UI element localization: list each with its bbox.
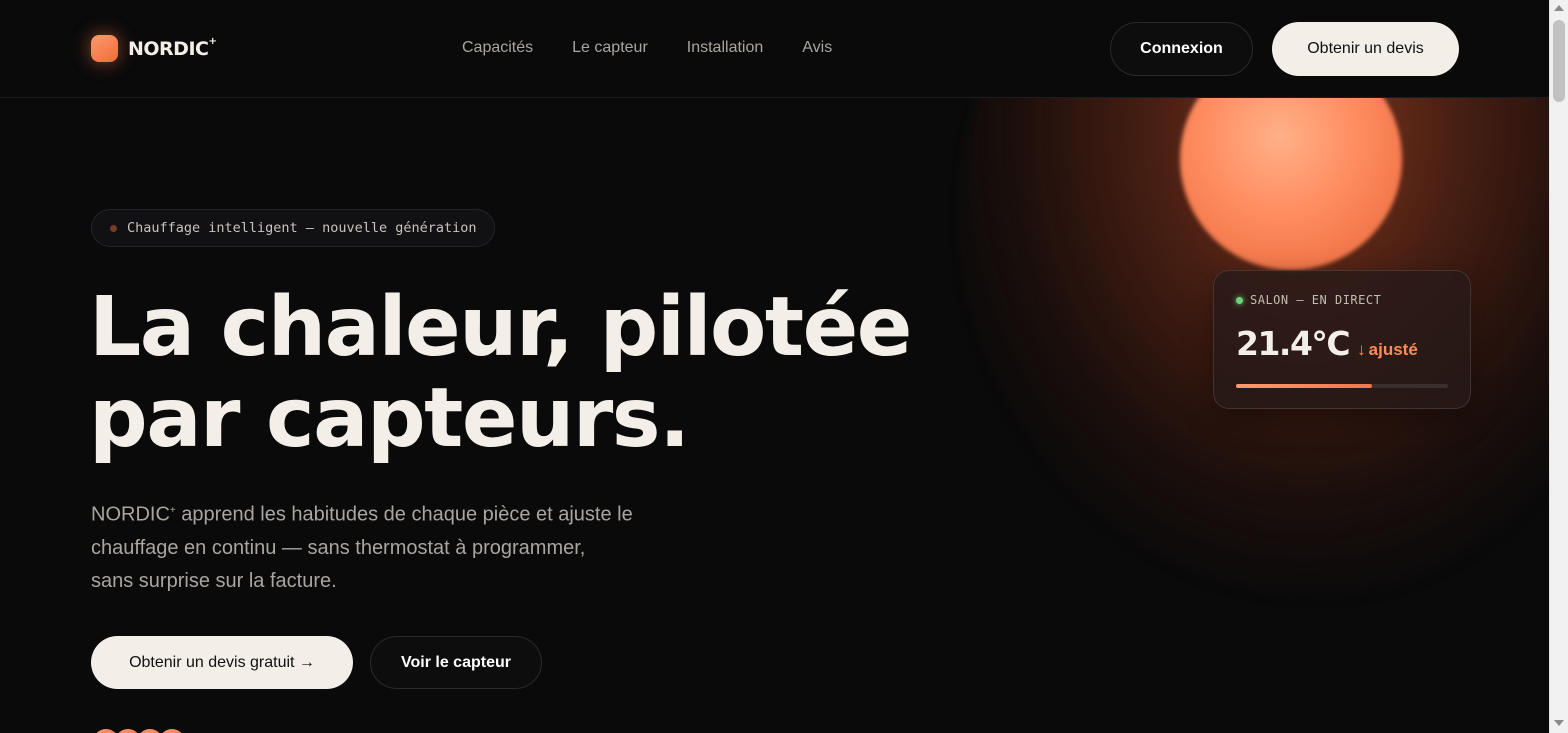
adjustment-indicator: ↓ ajusté <box>1357 340 1418 360</box>
page-scrollbar[interactable] <box>1549 0 1568 733</box>
live-status-icon <box>1236 296 1243 304</box>
live-card-label: SALON — EN DIRECT <box>1250 293 1382 307</box>
arrow-down-icon: ↓ <box>1357 340 1366 359</box>
nav-item-le-capteur[interactable]: Le capteur <box>572 39 648 57</box>
brand-logo[interactable]: NORDIC+ <box>91 35 217 62</box>
hero-title: La chaleur, pilotée par capteurs. <box>89 280 912 466</box>
scroll-thumb[interactable] <box>1553 20 1565 102</box>
live-room-card: SALON — EN DIRECT 21.4°C ↓ ajusté <box>1213 270 1471 409</box>
badge-dot-icon <box>110 225 117 232</box>
temperature-value: 21.4°C <box>1236 324 1351 363</box>
heating-progress-fill <box>1236 384 1372 388</box>
nav-item-capacites[interactable]: Capacités <box>462 39 533 57</box>
scroll-up-icon[interactable] <box>1554 5 1564 11</box>
brand-name: NORDIC+ <box>128 35 217 60</box>
hero-title-line-1: La chaleur, pilotée <box>89 280 912 375</box>
brand-mark-icon <box>91 35 118 62</box>
live-card-header: SALON — EN DIRECT <box>1236 293 1381 307</box>
site-header: NORDIC+ Capacités Le capteur Installatio… <box>0 0 1549 98</box>
adjustment-label: ajusté <box>1368 340 1418 359</box>
scroll-down-icon[interactable] <box>1554 720 1564 726</box>
heating-progress-bar <box>1236 384 1448 388</box>
main-nav: Capacités Le capteur Installation Avis <box>462 39 832 57</box>
view-sensor-button[interactable]: Voir le capteur <box>370 636 542 689</box>
login-button[interactable]: Connexion <box>1110 22 1253 76</box>
hero-badge-text: Chauffage intelligent — nouvelle générat… <box>127 220 477 236</box>
nav-item-avis[interactable]: Avis <box>802 39 832 57</box>
page: NORDIC+ Capacités Le capteur Installatio… <box>0 0 1549 733</box>
hero-title-line-2: par capteurs. <box>89 371 690 466</box>
get-free-quote-button[interactable]: Obtenir un devis gratuit → <box>91 636 353 689</box>
hero-badge: Chauffage intelligent — nouvelle générat… <box>91 209 495 247</box>
customer-avatars <box>91 727 187 733</box>
nav-item-installation[interactable]: Installation <box>687 39 764 57</box>
avatar <box>157 727 187 733</box>
get-quote-button[interactable]: Obtenir un devis <box>1272 22 1459 76</box>
temperature-row: 21.4°C ↓ ajusté <box>1236 324 1418 363</box>
hero-subtitle: NORDIC+ apprend les habitudes de chaque … <box>91 503 633 592</box>
